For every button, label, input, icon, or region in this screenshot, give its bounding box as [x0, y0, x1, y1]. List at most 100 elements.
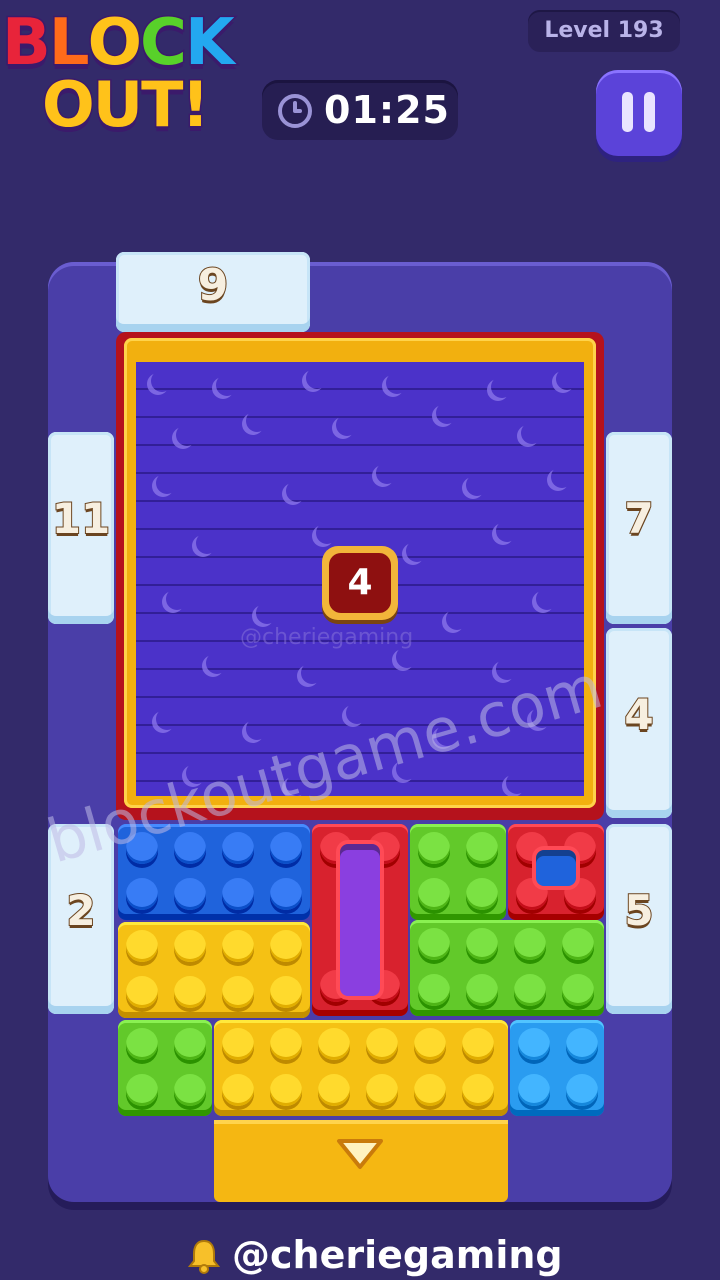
block-stud: [466, 832, 498, 864]
block-stud: [518, 1074, 550, 1106]
block-stud: [126, 1074, 158, 1106]
block-stud: [518, 1028, 550, 1060]
moon-pattern: [156, 472, 178, 494]
gate-number: 9: [197, 259, 230, 312]
yellow-block[interactable]: [118, 922, 310, 1018]
block-stud: [318, 1074, 350, 1106]
block-stud: [222, 1028, 254, 1060]
moon-pattern: [151, 370, 173, 392]
block-stud: [562, 974, 594, 1006]
logo-letter: T: [140, 67, 185, 143]
moon-pattern: [466, 474, 488, 496]
green-l-block-base[interactable]: [410, 920, 604, 1016]
moon-pattern: [491, 376, 513, 398]
gate-right-bottom: 5: [606, 824, 672, 1014]
moon-pattern: [506, 772, 528, 794]
gate-top: 9: [116, 252, 310, 332]
pause-button[interactable]: [596, 70, 682, 156]
block-stud: [126, 976, 158, 1008]
moon-pattern: [521, 422, 543, 444]
moon-pattern: [176, 424, 198, 446]
moon-pattern: [196, 532, 218, 554]
gate-number: 11: [51, 493, 111, 544]
moon-pattern: [336, 414, 358, 436]
moon-pattern: [536, 588, 558, 610]
gate-left-top: 11: [48, 432, 114, 624]
yellow-long-block[interactable]: [214, 1020, 508, 1116]
watermark-small: @cheriegaming: [240, 625, 414, 650]
block-stud: [270, 976, 302, 1008]
block-stud: [466, 878, 498, 910]
logo-letter: U: [91, 67, 144, 143]
block-stud: [566, 1074, 598, 1106]
moon-pattern: [446, 608, 468, 630]
block-stud: [566, 1028, 598, 1060]
moon-pattern: [301, 662, 323, 684]
block-stud: [366, 1074, 398, 1106]
moon-pattern: [436, 402, 458, 424]
block-stud: [222, 930, 254, 962]
moon-pattern: [216, 374, 238, 396]
block-stud: [466, 974, 498, 1006]
target-count-badge: 4: [322, 546, 398, 620]
block-stud: [462, 1028, 494, 1060]
moon-pattern: [316, 522, 338, 544]
moon-pattern: [406, 540, 428, 562]
gate-number: 5: [623, 885, 654, 936]
moon-pattern: [551, 466, 573, 488]
block-stud: [222, 878, 254, 910]
moon-pattern: [496, 520, 518, 542]
moon-pattern: [376, 462, 398, 484]
block-stud: [418, 878, 450, 910]
creator-handle: @cheriegaming: [232, 1233, 563, 1277]
moon-pattern: [246, 410, 268, 432]
block-stud: [466, 928, 498, 960]
level-indicator: Level 193: [528, 10, 680, 52]
red-tall-block[interactable]: [312, 824, 408, 1016]
logo-letter: O: [41, 67, 97, 143]
block-stud: [270, 930, 302, 962]
block-stud: [174, 1028, 206, 1060]
block-stud: [270, 1028, 302, 1060]
block-stud: [414, 1028, 446, 1060]
moon-pattern: [156, 708, 178, 730]
block-stud: [174, 1074, 206, 1106]
block-stud: [270, 1074, 302, 1106]
red-small-block[interactable]: [508, 824, 604, 920]
gate-right-middle: 4: [606, 628, 672, 818]
pause-icon: [622, 92, 633, 132]
gate-right-top: 7: [606, 432, 672, 624]
gate-number: 2: [65, 885, 96, 936]
block-stud: [222, 976, 254, 1008]
gate-number: 4: [623, 689, 654, 740]
block-stud: [222, 1074, 254, 1106]
target-count: 4: [329, 553, 391, 613]
block-stud: [174, 930, 206, 962]
moon-pattern: [286, 480, 308, 502]
block-stud: [562, 928, 594, 960]
block-stud: [418, 832, 450, 864]
block-stud: [126, 878, 158, 910]
clock-icon: [278, 94, 312, 128]
moon-pattern: [556, 368, 578, 390]
pause-icon: [644, 92, 655, 132]
green-square-block[interactable]: [118, 1020, 212, 1116]
block-stud: [270, 878, 302, 910]
timer-text: 01:25: [324, 88, 450, 132]
moon-pattern: [386, 372, 408, 394]
block-stud: [418, 928, 450, 960]
arrow-down-icon: [337, 1139, 383, 1169]
bell-icon: [187, 1239, 221, 1274]
cyan-block[interactable]: [510, 1020, 604, 1116]
block-stud: [174, 976, 206, 1008]
moon-pattern: [206, 652, 228, 674]
block-stud: [222, 832, 254, 864]
gate-number: 7: [623, 493, 654, 544]
block-stud: [418, 974, 450, 1006]
moon-pattern: [166, 588, 188, 610]
block-stud: [462, 1074, 494, 1106]
block-stud: [174, 878, 206, 910]
block-stud: [126, 1028, 158, 1060]
moon-pattern: [246, 718, 268, 740]
green-l-block[interactable]: [410, 824, 506, 920]
